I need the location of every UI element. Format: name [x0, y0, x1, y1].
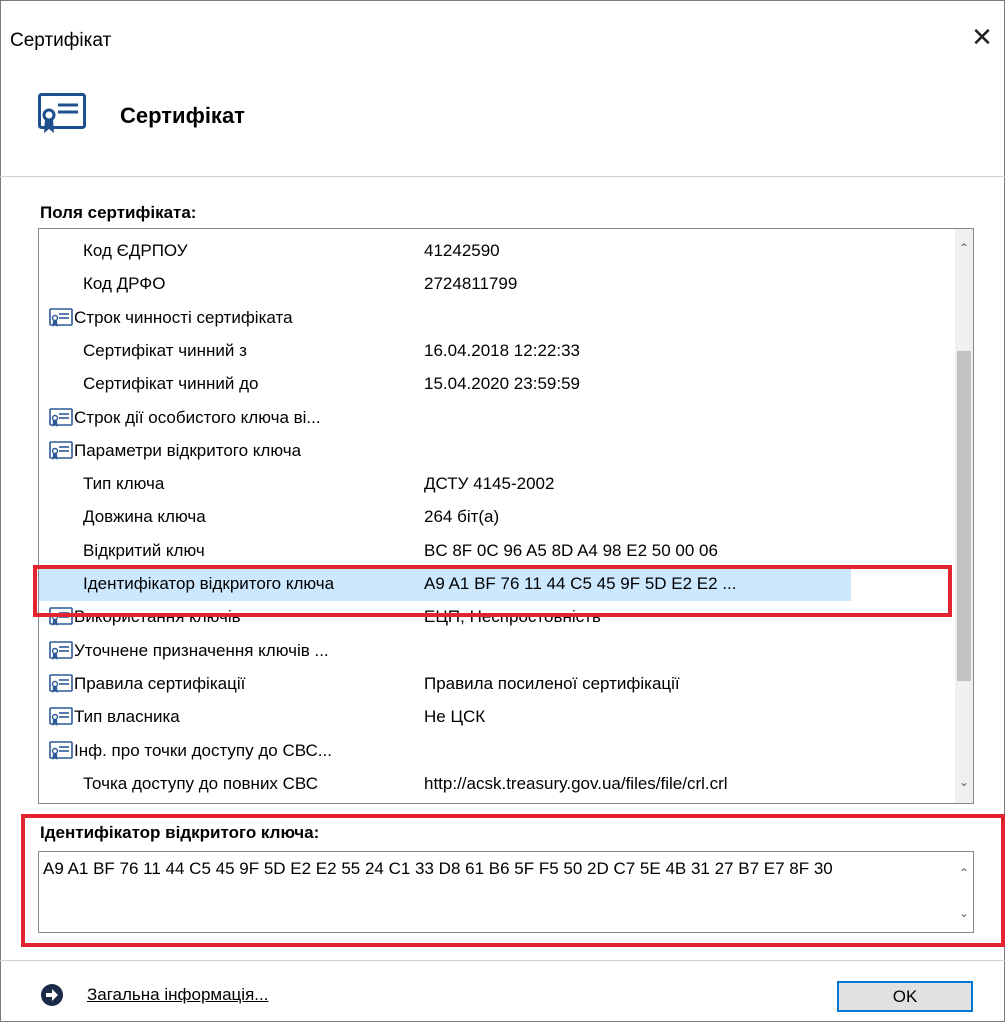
field-name: Код ДРФО	[83, 274, 166, 294]
list-item[interactable]: Строк чинності сертифіката	[39, 302, 954, 335]
field-name: Параметри відкритого ключа	[74, 440, 302, 460]
field-value: 16.04.2018 12:22:33	[424, 340, 580, 360]
field-value: BC 8F 0C 96 A5 8D A4 98 E2 50 00 06	[424, 540, 718, 560]
field-value: 264 біт(а)	[424, 507, 500, 527]
scroll-down-icon[interactable]: ⌄	[955, 773, 973, 791]
close-icon[interactable]: ✕	[969, 24, 995, 50]
field-name: Відкритий ключ	[83, 540, 205, 560]
field-name: Сертифікат чинний з	[83, 340, 247, 360]
field-value: Не ЦСК	[424, 707, 486, 727]
list-item[interactable]: Сертифікат чинний до 15.04.2020 23:59:59	[39, 368, 954, 401]
list-item[interactable]: Точка доступу до повних СВС http://acsk.t…	[39, 768, 954, 801]
field-name: Правила сертифікації	[74, 673, 246, 693]
field-value: Правила посиленої сертифікації	[424, 673, 680, 693]
list-item[interactable]: Строк дії особистого ключа ві...	[39, 402, 954, 435]
field-name: Інф. про точки доступу до СВС...	[74, 740, 332, 760]
field-name: Код ЄДРПОУ	[83, 241, 188, 260]
certificate-icon	[49, 307, 73, 328]
list-item[interactable]: Правила сертифікації Правила посиленої се…	[39, 668, 954, 701]
field-name: Тип ключа	[83, 474, 165, 494]
title-bar: Сертифікат ✕	[0, 0, 1005, 80]
general-info-label[interactable]: Загальна інформація...	[87, 985, 268, 1005]
field-name: Довжина ключа	[83, 507, 206, 527]
field-value: 15.04.2020 23:59:59	[424, 374, 580, 394]
selected-row-highlight	[33, 565, 952, 617]
ok-button[interactable]: OK	[837, 981, 973, 1012]
field-value: ДСТУ 4145-2002	[424, 474, 555, 494]
certificate-icon	[49, 740, 73, 761]
field-name: Строк дії особистого ключа ві...	[74, 407, 321, 427]
list-item[interactable]: Тип власника Не ЦСК	[39, 701, 954, 734]
list-item[interactable]: Уточнене призначення ключів ...	[39, 635, 954, 668]
field-name: Строк чинності сертифіката	[74, 307, 293, 327]
header-divider	[0, 176, 1005, 177]
fields-scrollbar[interactable]: ⌃ ⌄	[955, 229, 973, 803]
list-item[interactable]: Сертифікат чинний з 16.04.2018 12:22:33	[39, 335, 954, 368]
certificate-icon	[49, 674, 73, 694]
certificate-icon	[49, 707, 73, 727]
list-item[interactable]: Довжина ключа 264 біт(а)	[39, 501, 954, 534]
list-item[interactable]: Відкритий ключ BC 8F 0C 96 A5 8D A4 98 E2…	[39, 535, 954, 568]
field-value: 2724811799	[424, 274, 518, 294]
list-item[interactable]: Код ДРФО 2724811799	[39, 268, 954, 301]
certificate-icon	[49, 640, 73, 661]
header-title: Сертифікат	[120, 103, 245, 128]
arrow-right-circle-icon	[41, 984, 63, 1006]
field-value: 41242590	[424, 241, 500, 260]
footer-divider	[0, 960, 1005, 961]
scroll-thumb[interactable]	[957, 351, 971, 681]
field-value: http://acsk.treasury.gov.ua/files/file/c…	[424, 773, 728, 793]
field-name: Уточнене призначення ключів ...	[74, 640, 329, 660]
list-item[interactable]: Параметри відкритого ключа	[39, 435, 954, 468]
list-item[interactable]: Код ЄДРПОУ 41242590	[39, 235, 954, 268]
field-name: Сертифікат чинний до	[83, 374, 259, 394]
certificate-fields-list[interactable]: Код ЄДРПОУ 41242590 Код ДРФО 2724811799 Стро…	[38, 228, 974, 804]
list-item[interactable]: Тип ключа ДСТУ 4145-2002	[39, 468, 954, 501]
window-title: Сертифікат	[10, 30, 112, 51]
fields-label: Поля сертифіката:	[40, 203, 197, 222]
field-name: Тип власника	[74, 707, 180, 727]
certificate-icon	[38, 93, 86, 133]
scroll-up-icon[interactable]: ⌃	[955, 239, 973, 257]
field-name: Точка доступу до повних СВС	[83, 773, 318, 793]
list-item[interactable]: Інф. про точки доступу до СВС...	[39, 735, 954, 768]
certificate-icon	[49, 440, 73, 461]
detail-highlight	[21, 814, 1005, 947]
certificate-icon	[49, 407, 73, 428]
